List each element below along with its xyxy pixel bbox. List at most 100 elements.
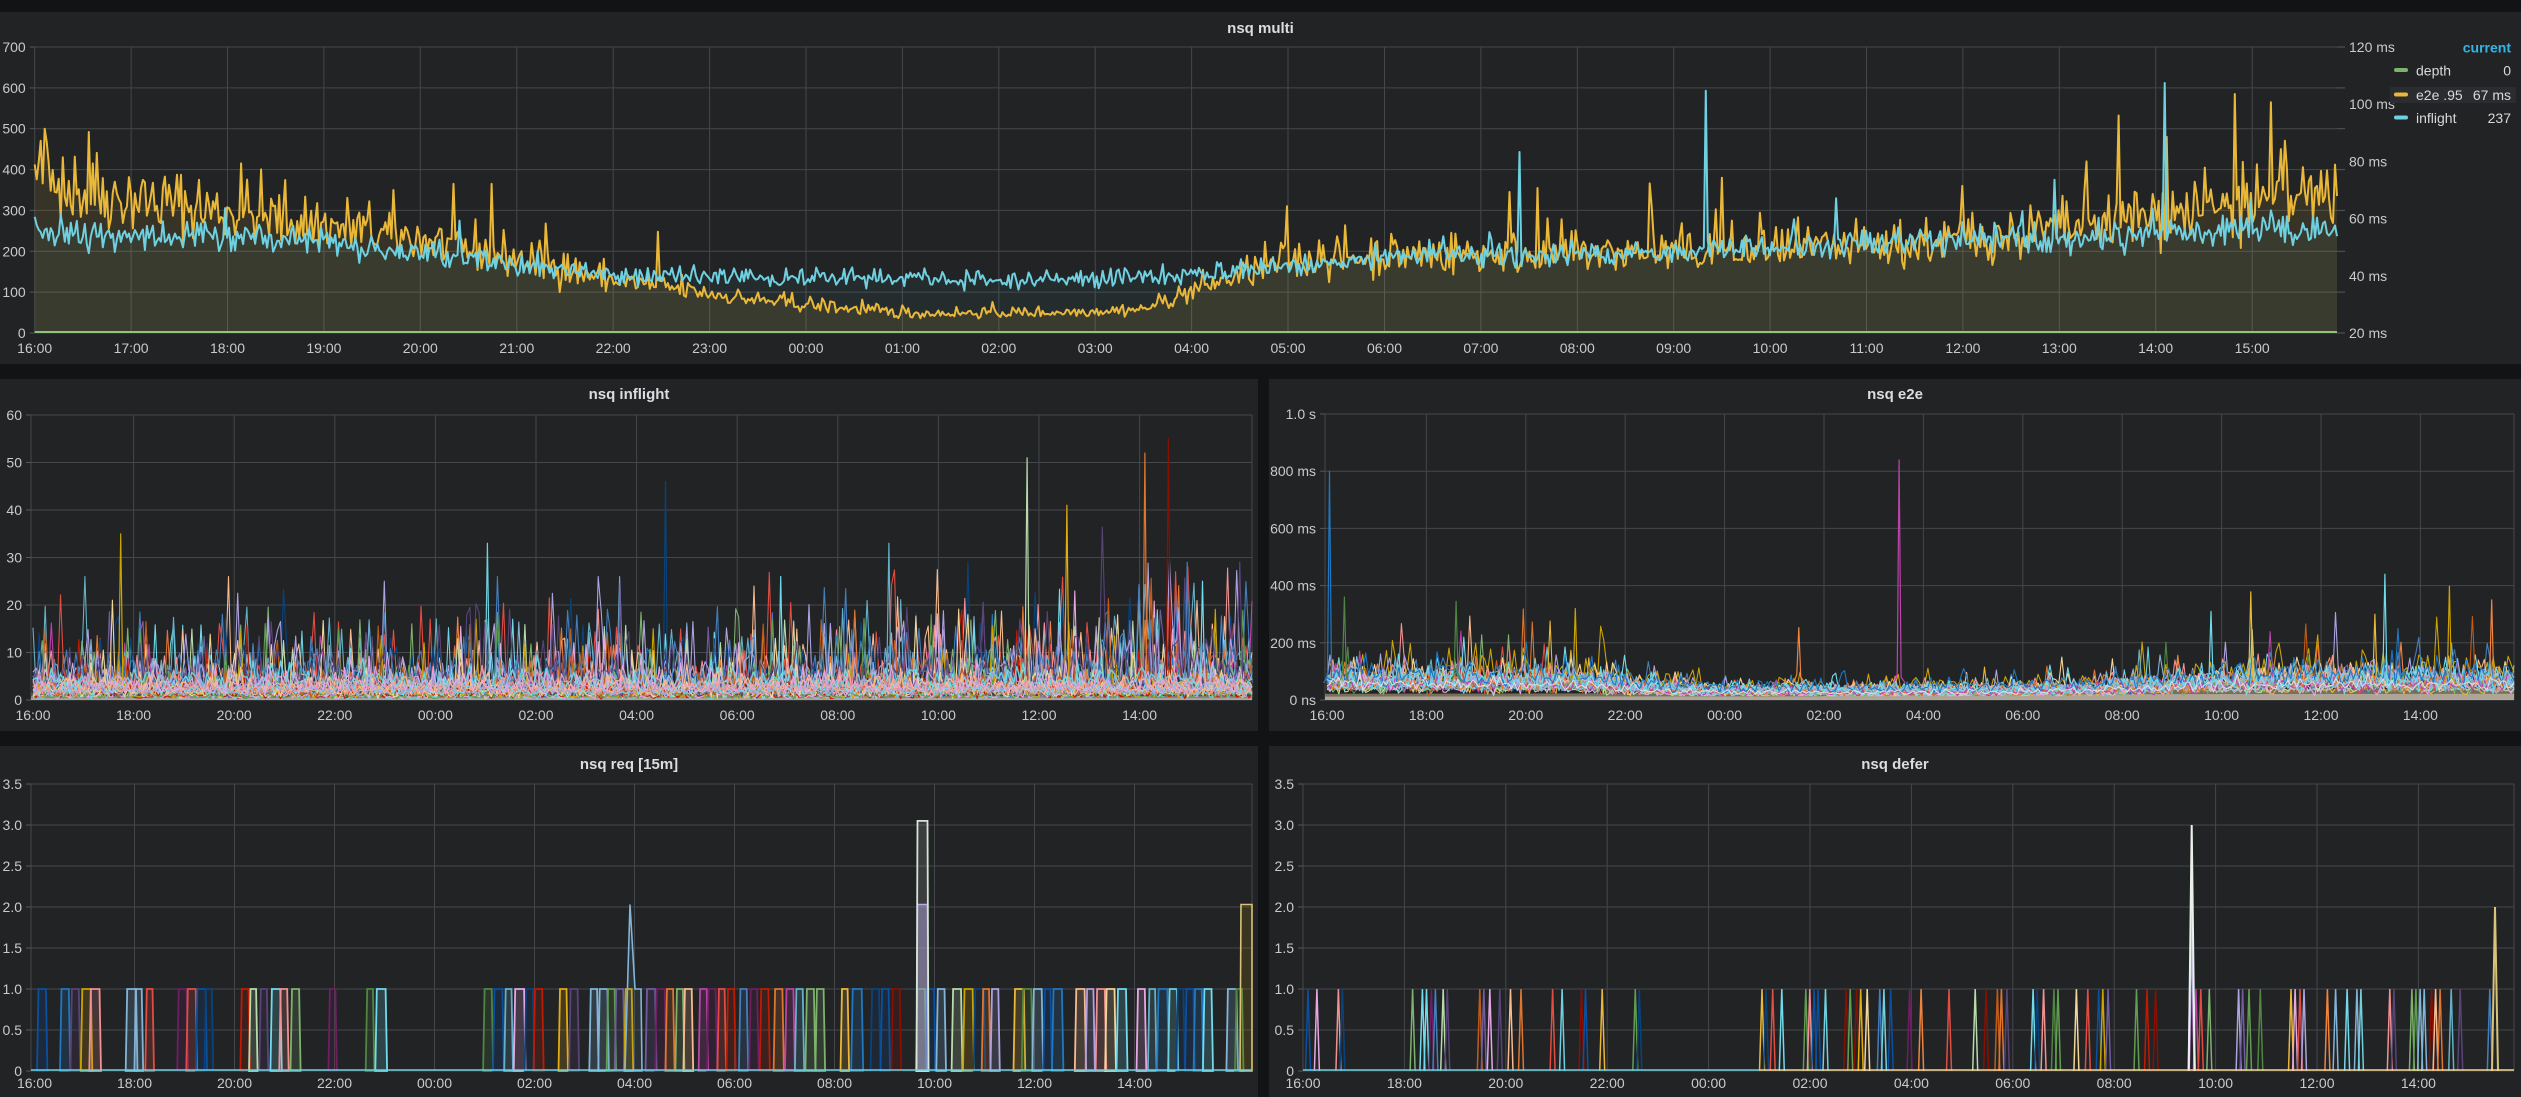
- svg-text:22:00: 22:00: [596, 340, 631, 356]
- svg-text:00:00: 00:00: [788, 340, 823, 356]
- svg-text:0.5: 0.5: [3, 1022, 23, 1038]
- svg-text:18:00: 18:00: [210, 340, 245, 356]
- svg-text:00:00: 00:00: [1691, 1075, 1726, 1091]
- svg-text:18:00: 18:00: [116, 707, 151, 723]
- svg-text:67 ms: 67 ms: [2473, 87, 2511, 103]
- svg-text:08:00: 08:00: [2105, 707, 2140, 723]
- svg-text:00:00: 00:00: [1707, 707, 1742, 723]
- svg-text:17:00: 17:00: [114, 340, 149, 356]
- svg-text:400: 400: [2, 162, 26, 178]
- svg-text:04:00: 04:00: [1174, 340, 1209, 356]
- svg-text:10:00: 10:00: [917, 1075, 952, 1091]
- svg-text:02:00: 02:00: [1806, 707, 1841, 723]
- svg-text:12:00: 12:00: [2303, 707, 2338, 723]
- svg-text:2.5: 2.5: [3, 858, 23, 874]
- svg-text:3.0: 3.0: [3, 817, 23, 833]
- svg-text:12:00: 12:00: [1021, 707, 1056, 723]
- svg-text:300: 300: [2, 202, 26, 218]
- svg-text:14:00: 14:00: [2401, 1075, 2436, 1091]
- svg-text:10:00: 10:00: [2204, 707, 2239, 723]
- svg-text:400 ms: 400 ms: [1270, 578, 1316, 594]
- svg-text:60 ms: 60 ms: [2349, 211, 2387, 227]
- svg-text:1.0: 1.0: [1275, 981, 1295, 997]
- svg-text:22:00: 22:00: [1608, 707, 1643, 723]
- svg-text:50: 50: [6, 455, 22, 471]
- svg-text:14:00: 14:00: [1117, 1075, 1152, 1091]
- svg-text:1.5: 1.5: [1275, 940, 1295, 956]
- svg-text:12:00: 12:00: [2299, 1075, 2334, 1091]
- svg-text:600: 600: [2, 80, 26, 96]
- svg-text:20:00: 20:00: [217, 707, 252, 723]
- svg-text:30: 30: [6, 550, 22, 566]
- svg-text:700: 700: [2, 39, 26, 55]
- svg-text:08:00: 08:00: [1560, 340, 1595, 356]
- svg-text:16:00: 16:00: [17, 1075, 52, 1091]
- svg-text:0: 0: [2503, 63, 2511, 79]
- svg-text:00:00: 00:00: [418, 707, 453, 723]
- svg-text:16:00: 16:00: [17, 340, 52, 356]
- svg-text:14:00: 14:00: [2138, 340, 2173, 356]
- svg-text:40: 40: [6, 502, 22, 518]
- svg-text:nsq multi: nsq multi: [1227, 20, 1294, 37]
- svg-text:1.5: 1.5: [3, 940, 23, 956]
- svg-text:20 ms: 20 ms: [2349, 325, 2387, 341]
- svg-text:18:00: 18:00: [117, 1075, 152, 1091]
- svg-text:200 ms: 200 ms: [1270, 635, 1316, 651]
- svg-text:22:00: 22:00: [317, 707, 352, 723]
- svg-text:00:00: 00:00: [417, 1075, 452, 1091]
- svg-text:06:00: 06:00: [2005, 707, 2040, 723]
- svg-text:500: 500: [2, 121, 26, 137]
- svg-text:01:00: 01:00: [885, 340, 920, 356]
- svg-text:40 ms: 40 ms: [2349, 268, 2387, 284]
- svg-text:20: 20: [6, 597, 22, 613]
- svg-text:19:00: 19:00: [306, 340, 341, 356]
- svg-text:03:00: 03:00: [1078, 340, 1113, 356]
- svg-text:depth: depth: [2416, 63, 2451, 79]
- svg-text:22:00: 22:00: [317, 1075, 352, 1091]
- svg-text:nsq inflight: nsq inflight: [589, 386, 670, 403]
- svg-text:100 ms: 100 ms: [2349, 96, 2395, 112]
- svg-text:inflight: inflight: [2416, 110, 2457, 126]
- svg-text:02:00: 02:00: [981, 340, 1016, 356]
- svg-text:3.5: 3.5: [1275, 776, 1295, 792]
- svg-text:0.5: 0.5: [1275, 1022, 1295, 1038]
- svg-text:14:00: 14:00: [2403, 707, 2438, 723]
- svg-text:0 ns: 0 ns: [1290, 692, 1316, 708]
- svg-text:16:00: 16:00: [1309, 707, 1344, 723]
- svg-text:20:00: 20:00: [403, 340, 438, 356]
- svg-text:23:00: 23:00: [692, 340, 727, 356]
- svg-text:1.0 s: 1.0 s: [1286, 406, 1316, 422]
- svg-text:04:00: 04:00: [617, 1075, 652, 1091]
- svg-text:04:00: 04:00: [1894, 1075, 1929, 1091]
- svg-text:06:00: 06:00: [1367, 340, 1402, 356]
- svg-text:0: 0: [18, 325, 26, 341]
- svg-text:nsq defer: nsq defer: [1861, 756, 1929, 773]
- svg-text:20:00: 20:00: [1508, 707, 1543, 723]
- svg-text:100: 100: [2, 284, 26, 300]
- svg-text:2.0: 2.0: [1275, 899, 1295, 915]
- svg-text:06:00: 06:00: [720, 707, 755, 723]
- svg-text:06:00: 06:00: [1995, 1075, 2030, 1091]
- svg-text:11:00: 11:00: [1850, 340, 1884, 356]
- svg-text:10:00: 10:00: [1753, 340, 1788, 356]
- svg-text:18:00: 18:00: [1409, 707, 1444, 723]
- svg-text:18:00: 18:00: [1387, 1075, 1422, 1091]
- svg-text:1.0: 1.0: [3, 981, 23, 997]
- svg-text:02:00: 02:00: [518, 707, 553, 723]
- svg-text:08:00: 08:00: [2097, 1075, 2132, 1091]
- svg-text:05:00: 05:00: [1270, 340, 1305, 356]
- svg-text:10:00: 10:00: [921, 707, 956, 723]
- svg-text:14:00: 14:00: [1122, 707, 1157, 723]
- svg-text:12:00: 12:00: [1017, 1075, 1052, 1091]
- svg-text:2.5: 2.5: [1275, 858, 1295, 874]
- svg-text:08:00: 08:00: [820, 707, 855, 723]
- svg-text:3.0: 3.0: [1275, 817, 1295, 833]
- svg-text:nsq req [15m]: nsq req [15m]: [580, 756, 678, 773]
- svg-text:20:00: 20:00: [1488, 1075, 1523, 1091]
- svg-text:02:00: 02:00: [1792, 1075, 1827, 1091]
- svg-text:04:00: 04:00: [619, 707, 654, 723]
- svg-text:e2e .95: e2e .95: [2416, 87, 2463, 103]
- svg-text:60: 60: [6, 407, 22, 423]
- svg-text:16:00: 16:00: [15, 707, 50, 723]
- svg-text:3.5: 3.5: [3, 776, 23, 792]
